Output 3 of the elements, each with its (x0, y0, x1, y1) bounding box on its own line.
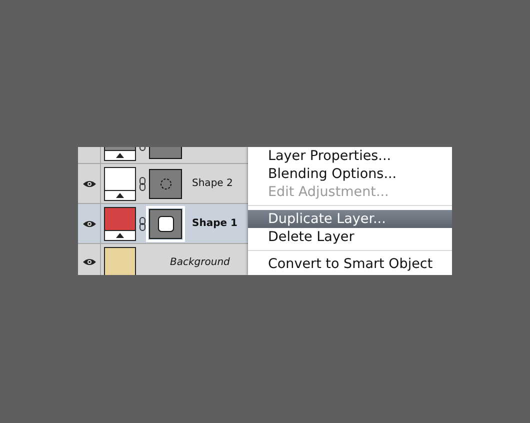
layer-name: Background (170, 256, 230, 268)
layer-name: Shape 1 (192, 218, 238, 229)
layer-name: Shape 2 (192, 178, 233, 189)
